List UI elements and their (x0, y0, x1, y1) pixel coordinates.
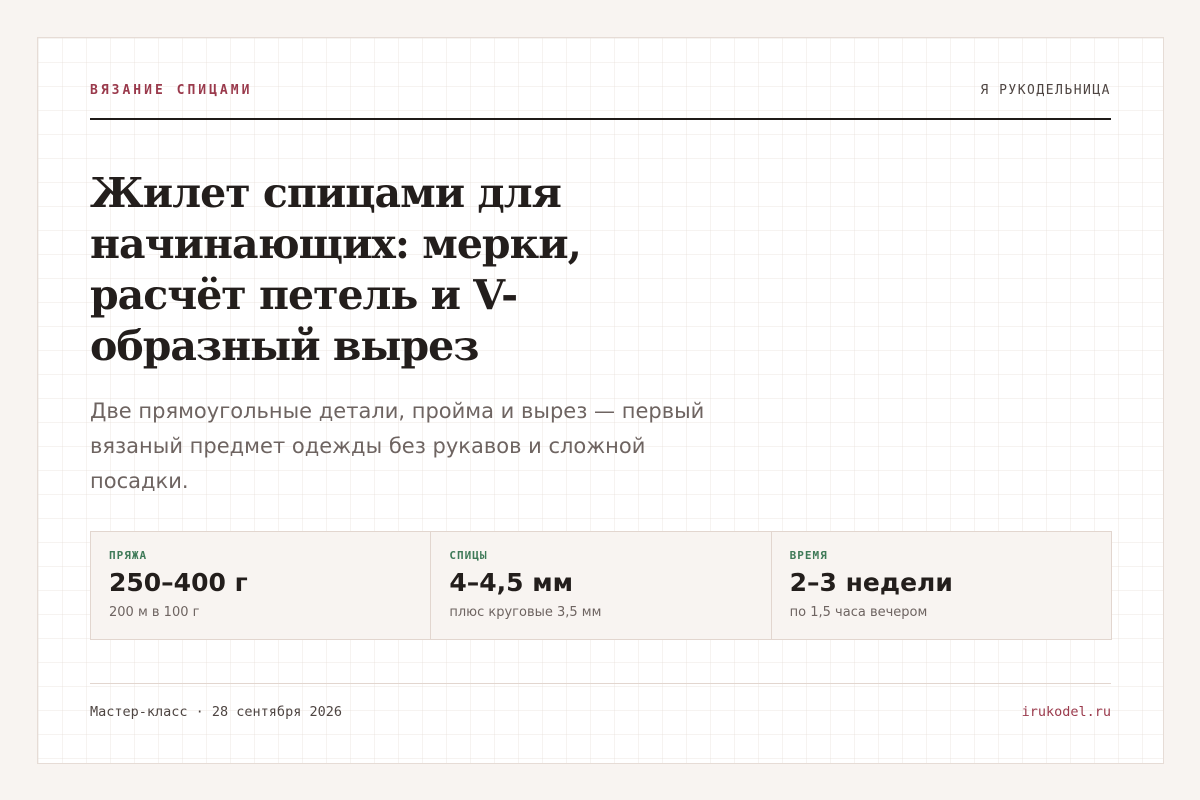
lead-text: Две прямоугольные детали, пройма и вырез… (90, 399, 705, 493)
spec-time-value: 2–3 недели (789, 568, 953, 597)
spec-yarn-value: 250–400 г (109, 568, 248, 597)
article-card: ВЯЗАНИЕ СПИЦАМИ Я РУКОДЕЛЬНИЦА Жилет спи… (37, 37, 1164, 764)
specs-panel: ПРЯЖА 250–400 г 200 м в 100 г СПИЦЫ 4–4,… (90, 531, 1112, 640)
footer: Мастер-класс · 28 сентября 2026 irukodel… (90, 683, 1111, 733)
site-link[interactable]: irukodel.ru (1022, 704, 1111, 720)
spec-time-note: по 1,5 часа вечером (789, 605, 928, 620)
rubric-label[interactable]: ВЯЗАНИЕ СПИЦАМИ (90, 83, 252, 98)
spec-time: ВРЕМЯ 2–3 недели по 1,5 часа вечером (772, 532, 1111, 639)
spec-needles-label: СПИЦЫ (449, 549, 488, 562)
spec-needles-note: плюс круговые 3,5 мм (449, 605, 602, 620)
spec-time-label: ВРЕМЯ (789, 549, 828, 562)
spec-yarn-label: ПРЯЖА (109, 549, 148, 562)
spec-needles-value: 4–4,5 мм (449, 568, 574, 597)
spec-needles: СПИЦЫ 4–4,5 мм плюс круговые 3,5 мм (431, 532, 772, 639)
spec-yarn-note: 200 м в 100 г (109, 605, 200, 620)
top-bar: ВЯЗАНИЕ СПИЦАМИ Я РУКОДЕЛЬНИЦА (90, 83, 1111, 120)
brand-name[interactable]: Я РУКОДЕЛЬНИЦА (980, 83, 1111, 98)
spec-yarn: ПРЯЖА 250–400 г 200 м в 100 г (91, 532, 432, 639)
footer-meta: Мастер-класс · 28 сентября 2026 (90, 704, 342, 720)
page-title: Жилет спицами для начинающих: мерки, рас… (90, 169, 582, 370)
